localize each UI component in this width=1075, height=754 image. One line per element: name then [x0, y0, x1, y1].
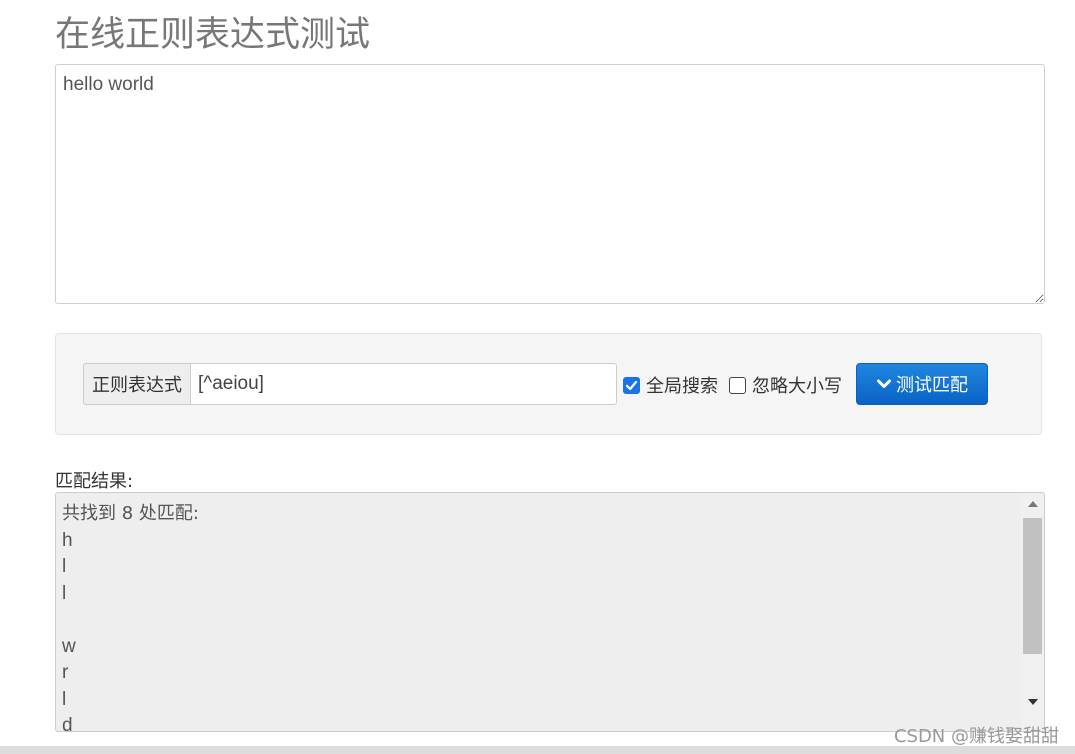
arrow-up-icon [1027, 501, 1038, 507]
global-search-option[interactable]: 全局搜索 [623, 372, 718, 398]
ignore-case-checkbox[interactable] [729, 376, 746, 394]
regex-control-panel: 正则表达式 全局搜索 忽略大小写 测试匹配 [55, 333, 1042, 435]
watermark: CSDN @赚钱娶甜甜 [893, 726, 1059, 747]
result-label: 匹配结果: [55, 471, 134, 492]
match-item: l [62, 556, 67, 577]
result-summary: 共找到 8 处匹配: [62, 503, 199, 524]
scroll-up-button[interactable] [1021, 493, 1044, 515]
result-content: 共找到 8 处匹配: h l l w r l d [62, 501, 1018, 732]
test-match-label: 测试匹配 [896, 375, 968, 396]
match-item [62, 607, 1018, 634]
ignore-case-option[interactable]: 忽略大小写 [729, 372, 842, 398]
regex-input-group: 正则表达式 [83, 363, 617, 405]
match-item: w [62, 635, 76, 657]
page-title: 在线正则表达式测试 [55, 15, 371, 55]
scroll-down-button[interactable] [1021, 691, 1044, 713]
test-match-button[interactable]: 测试匹配 [856, 363, 988, 405]
check-icon [625, 380, 638, 390]
match-item: h [62, 529, 73, 551]
scroll-thumb[interactable] [1023, 518, 1042, 654]
arrow-down-icon [1027, 699, 1038, 705]
result-area[interactable]: 共找到 8 处匹配: h l l w r l d [55, 492, 1045, 732]
match-item: r [62, 662, 69, 683]
source-text-area[interactable]: hello world [55, 64, 1045, 304]
chevron-down-icon [877, 379, 891, 388]
result-scrollbar[interactable] [1021, 493, 1044, 731]
match-item: d [62, 715, 73, 732]
ignore-case-label: 忽略大小写 [752, 376, 842, 397]
regex-input[interactable] [190, 363, 617, 405]
global-search-checkbox[interactable] [623, 376, 640, 394]
global-search-label: 全局搜索 [646, 376, 718, 397]
match-item: l [62, 688, 67, 710]
regex-label: 正则表达式 [83, 363, 190, 405]
match-item: l [62, 582, 67, 604]
